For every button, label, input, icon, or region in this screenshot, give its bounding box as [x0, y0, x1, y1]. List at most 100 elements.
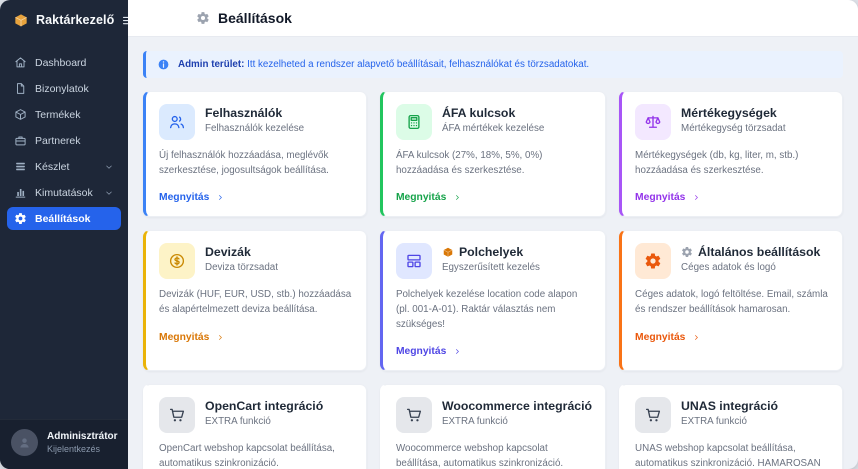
card-icon-box — [396, 397, 432, 433]
card-title: UNAS integráció — [681, 397, 778, 413]
logout-link[interactable]: Kijelentkezés — [47, 444, 118, 454]
chevron-right-icon — [453, 347, 462, 356]
card-icon — [405, 406, 423, 424]
main-area: Beállítások Admin terület: Itt kezelhete… — [128, 0, 858, 469]
sidebar-item-label: Kimutatások — [35, 187, 93, 199]
card-description: Polchelyek kezelése location code alapon… — [396, 288, 592, 332]
card-description: OpenCart webshop kapcsolat beállítása, a… — [159, 442, 353, 469]
sidebar-item-icon — [14, 108, 27, 121]
sidebar-item[interactable]: Termékek — [7, 103, 121, 126]
app-window: Raktárkezelő Dashboard Bizonylatok — [0, 0, 858, 469]
card-icon-box — [159, 104, 195, 140]
app-title: Raktárkezelő — [36, 13, 114, 27]
user-name: Adminisztrátor — [47, 431, 118, 442]
sidebar-item-icon — [14, 212, 27, 225]
card-subtitle: Céges adatok és logó — [681, 262, 820, 273]
content-area: Admin terület: Itt kezelheted a rendszer… — [128, 37, 858, 469]
card-icon — [405, 252, 423, 270]
card-header: ÁFA kulcsok ÁFA mértékek kezelése — [396, 104, 592, 140]
banner-text: Admin terület: Itt kezelheted a rendszer… — [178, 59, 589, 70]
card-open-link[interactable]: Megnyitás — [159, 192, 225, 203]
settings-card[interactable]: Woocommerce integráció EXTRA funkció Woo… — [380, 384, 606, 469]
sidebar-item-label: Termékek — [35, 109, 81, 121]
sidebar-logo-row: Raktárkezelő — [0, 0, 128, 38]
card-open-link[interactable]: Megnyitás — [396, 346, 462, 357]
card-icon-box — [159, 243, 195, 279]
settings-card[interactable]: Mértékegységek Mértékegység törzsadat Mé… — [619, 91, 843, 217]
card-header: Mértékegységek Mértékegység törzsadat — [635, 104, 829, 140]
card-header: Általános beállítások Céges adatok és lo… — [635, 243, 829, 279]
person-icon — [17, 435, 32, 450]
sidebar-item[interactable]: Készlet — [7, 155, 121, 178]
chevron-down-icon — [104, 188, 114, 198]
sidebar-item-label: Partnerek — [35, 135, 81, 147]
sidebar-item-label: Készlet — [35, 161, 69, 173]
page-header: Beállítások — [128, 0, 858, 37]
card-header: Polchelyek Egyszerűsített kezelés — [396, 243, 592, 279]
card-header: UNAS integráció EXTRA funkció — [635, 397, 829, 433]
settings-card[interactable]: Általános beállítások Céges adatok és lo… — [619, 230, 843, 371]
card-icon — [644, 113, 662, 131]
card-icon — [168, 406, 186, 424]
app-logo-icon — [13, 12, 29, 28]
card-title: Felhasználók — [205, 104, 304, 120]
card-open-link[interactable]: Megnyitás — [396, 192, 462, 203]
sidebar-item-icon — [14, 134, 27, 147]
settings-card[interactable]: Devizák Deviza törzsadat Devizák (HUF, E… — [143, 230, 367, 371]
chevron-right-icon — [692, 333, 701, 342]
card-icon-box — [635, 104, 671, 140]
admin-info-banner: Admin terület: Itt kezelheted a rendszer… — [143, 51, 843, 78]
sidebar-item-icon — [14, 186, 27, 199]
card-open-link[interactable]: Megnyitás — [635, 332, 701, 343]
card-subtitle: EXTRA funkció — [205, 416, 323, 427]
chevron-down-icon — [104, 162, 114, 172]
sidebar-item-icon — [14, 82, 27, 95]
card-description: Céges adatok, logó feltöltése. Email, sz… — [635, 288, 829, 317]
card-subtitle: Felhasználók kezelése — [205, 123, 304, 134]
card-title: Mértékegységek — [681, 104, 786, 120]
chevron-right-icon — [453, 193, 462, 202]
chevron-right-icon — [216, 193, 225, 202]
card-title: Polchelyek — [442, 243, 540, 259]
card-icon — [168, 113, 186, 131]
banner-bold: Admin terület: — [178, 59, 244, 70]
card-title: Devizák — [205, 243, 278, 259]
card-subtitle: Egyszerűsített kezelés — [442, 262, 540, 273]
sidebar-item[interactable]: Bizonylatok — [7, 77, 121, 100]
card-subtitle: Deviza törzsadat — [205, 262, 278, 273]
settings-card[interactable]: ÁFA kulcsok ÁFA mértékek kezelése ÁFA ku… — [380, 91, 606, 217]
card-title-icon — [442, 246, 454, 258]
chevron-right-icon — [692, 193, 701, 202]
card-icon-box — [635, 397, 671, 433]
settings-card[interactable]: UNAS integráció EXTRA funkció UNAS websh… — [619, 384, 843, 469]
card-icon-box — [635, 243, 671, 279]
settings-card[interactable]: Felhasználók Felhasználók kezelése Új fe… — [143, 91, 367, 217]
settings-card[interactable]: Polchelyek Egyszerűsített kezelés Polche… — [380, 230, 606, 371]
card-icon-box — [396, 243, 432, 279]
card-open-link[interactable]: Megnyitás — [159, 332, 225, 343]
chevron-right-icon — [216, 333, 225, 342]
sidebar-item[interactable]: Dashboard — [7, 51, 121, 74]
card-icon — [644, 252, 662, 270]
sidebar-nav: Dashboard Bizonylatok Termékek — [0, 38, 128, 419]
card-icon — [168, 252, 186, 270]
card-subtitle: Mértékegység törzsadat — [681, 123, 786, 134]
sidebar-user-box: Adminisztrátor Kijelentkezés — [0, 419, 128, 469]
gear-icon — [196, 11, 210, 25]
settings-card[interactable]: OpenCart integráció EXTRA funkció OpenCa… — [143, 384, 367, 469]
sidebar-item-icon — [14, 160, 27, 173]
sidebar-item[interactable]: Partnerek — [7, 129, 121, 152]
card-subtitle: ÁFA mértékek kezelése — [442, 123, 544, 134]
sidebar-item[interactable]: Beállítások — [7, 207, 121, 230]
card-icon-box — [396, 104, 432, 140]
card-description: UNAS webshop kapcsolat beállítása, autom… — [635, 442, 829, 469]
card-header: Devizák Deviza törzsadat — [159, 243, 353, 279]
sidebar-item[interactable]: Kimutatások — [7, 181, 121, 204]
card-title: Woocommerce integráció — [442, 397, 592, 413]
card-header: Woocommerce integráció EXTRA funkció — [396, 397, 592, 433]
card-header: OpenCart integráció EXTRA funkció — [159, 397, 353, 433]
card-title: OpenCart integráció — [205, 397, 323, 413]
card-open-link[interactable]: Megnyitás — [635, 192, 701, 203]
sidebar: Raktárkezelő Dashboard Bizonylatok — [0, 0, 128, 469]
card-title: ÁFA kulcsok — [442, 104, 544, 120]
